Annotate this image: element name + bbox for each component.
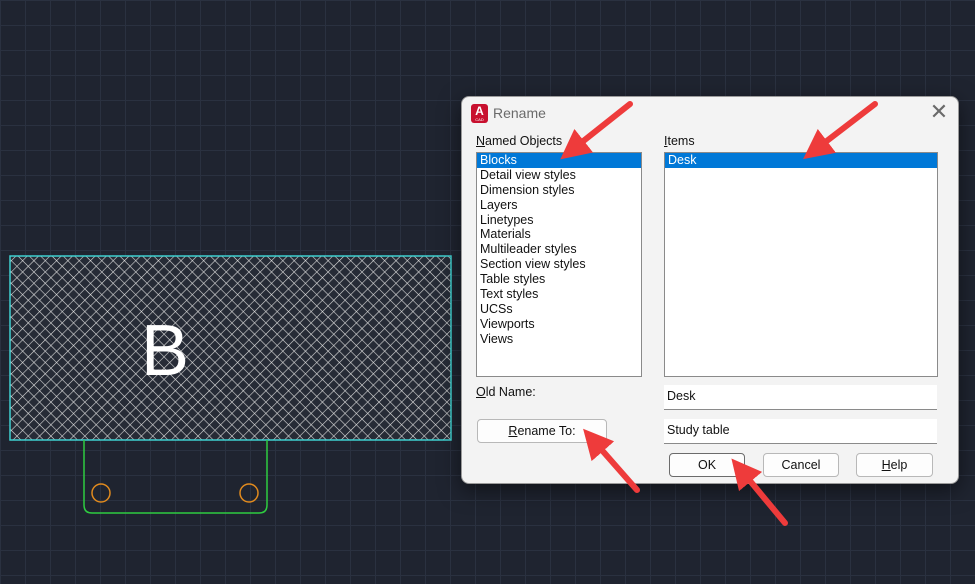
dialog-title: Rename — [493, 105, 546, 121]
old-name-label-rest: ld Name: — [485, 385, 536, 399]
rename-to-button[interactable]: Rename To: — [477, 419, 607, 443]
list-item[interactable]: UCSs — [477, 302, 641, 317]
old-name-mnemonic: O — [476, 385, 486, 399]
list-item[interactable]: Section view styles — [477, 257, 641, 272]
hole-circle-right[interactable] — [239, 483, 259, 503]
list-item[interactable]: Views — [477, 332, 641, 347]
list-item[interactable]: Blocks — [477, 153, 641, 168]
items-label-rest: tems — [667, 134, 695, 148]
named-objects-mnemonic: N — [476, 134, 486, 148]
items-list[interactable]: Desk — [664, 152, 938, 377]
named-objects-label-rest: amed Objects — [485, 134, 563, 148]
list-item[interactable]: Text styles — [477, 287, 641, 302]
items-label: Items — [664, 134, 695, 148]
list-item[interactable]: Materials — [477, 227, 641, 242]
list-item[interactable]: Linetypes — [477, 213, 641, 228]
old-name-label: Old Name: — [476, 385, 536, 399]
list-item[interactable]: Table styles — [477, 272, 641, 287]
ok-button[interactable]: OK — [669, 453, 745, 477]
list-item[interactable]: Multileader styles — [477, 242, 641, 257]
autocad-icon: A CAD — [471, 104, 488, 123]
list-item[interactable]: Viewports — [477, 317, 641, 332]
hole-circle-left[interactable] — [91, 483, 111, 503]
tab-outline[interactable] — [83, 440, 268, 514]
rename-dialog: A CAD Rename ✕ Named Objects Blocks Detail… — [461, 96, 959, 484]
rename-to-field[interactable]: Study table — [664, 419, 937, 444]
help-mnemonic: H — [881, 458, 891, 472]
hatched-block[interactable] — [9, 255, 452, 441]
app-icon-letter: A — [475, 104, 484, 118]
list-item[interactable]: Detail view styles — [477, 168, 641, 183]
help-label-rest: elp — [890, 458, 908, 472]
named-objects-label: Named Objects — [476, 134, 562, 148]
cancel-button[interactable]: Cancel — [763, 453, 839, 477]
list-item[interactable]: Desk — [665, 153, 937, 168]
block-letter-text: B — [140, 311, 190, 391]
help-button[interactable]: Help — [856, 453, 933, 477]
list-item[interactable]: Layers — [477, 198, 641, 213]
old-name-field[interactable]: Desk — [664, 385, 937, 410]
close-icon[interactable]: ✕ — [928, 101, 950, 123]
rename-to-label-rest: ename To: — [517, 424, 576, 438]
app-icon-sub: CAD — [475, 117, 484, 122]
list-item[interactable]: Dimension styles — [477, 183, 641, 198]
named-objects-list[interactable]: Blocks Detail view styles Dimension styles… — [476, 152, 642, 377]
